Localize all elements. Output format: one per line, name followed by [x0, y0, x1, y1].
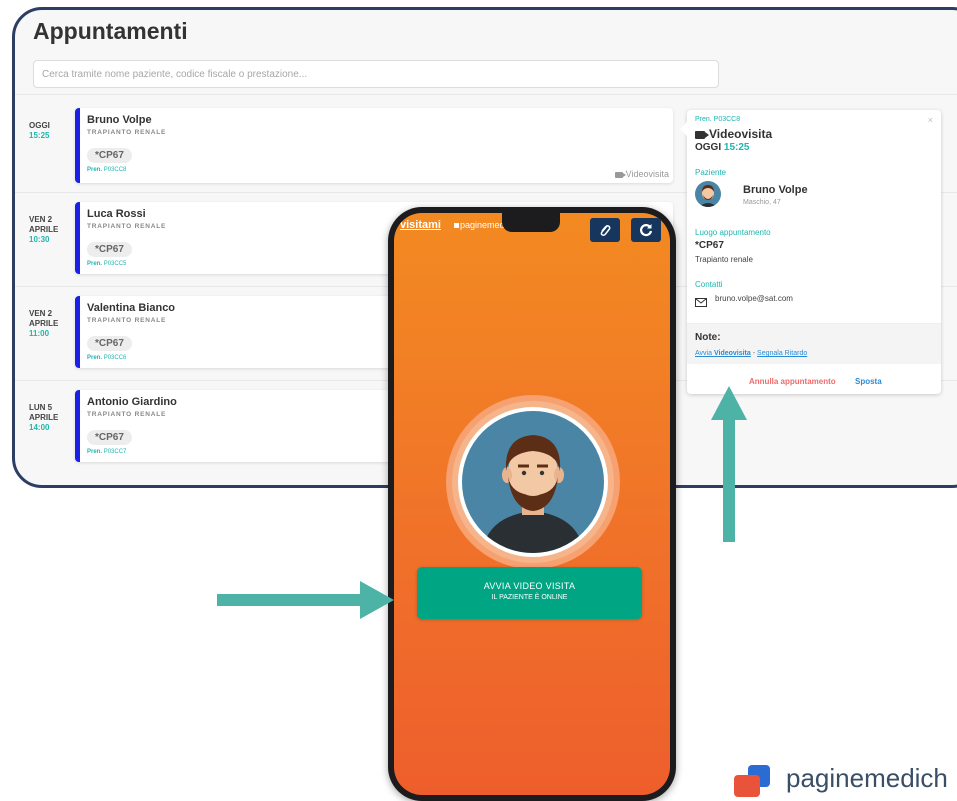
- date-label: OGGI 15:25: [29, 121, 50, 140]
- code-badge: *CP67: [87, 148, 132, 163]
- avatar-icon: [699, 185, 717, 207]
- code-badge: *CP67: [87, 430, 132, 445]
- videocam-icon: [614, 171, 626, 178]
- phone-screen: visitami paginemedi AVVIA VIDEO VISITA I…: [394, 213, 670, 795]
- appointment-detail-panel: × Pren. P03CC8 Videovisita OGGI 15:25 Pa…: [680, 110, 941, 394]
- avatar: [695, 181, 721, 207]
- visitami-logo: visitami: [400, 219, 441, 231]
- start-video-visit-button[interactable]: AVVIA VIDEO VISITA IL PAZIENTE È ONLINE: [417, 567, 642, 619]
- location-label: Luogo appuntamento: [695, 228, 771, 237]
- phone-mockup: visitami paginemedi AVVIA VIDEO VISITA I…: [388, 207, 676, 801]
- mail-icon: [695, 294, 707, 312]
- date-label: LUN 5 APRILE 14:00: [29, 403, 59, 432]
- report-delay-link[interactable]: Segnala Ritardo: [757, 350, 807, 357]
- code-badge: *CP67: [87, 336, 132, 351]
- appointment-card[interactable]: Bruno Volpe TRAPIANTO RENALE *CP67 Pren.…: [75, 108, 673, 183]
- specialty: TRAPIANTO RENALE: [87, 411, 167, 418]
- specialty: TRAPIANTO RENALE: [87, 129, 167, 136]
- patient-name: Luca Rossi: [87, 208, 146, 220]
- start-videovisit-link[interactable]: Avvia Videovisita: [695, 350, 751, 357]
- paginemedi-label: paginemedi: [454, 220, 507, 230]
- booking-id: Pren. P03CC5: [87, 261, 127, 267]
- code-badge: *CP67: [87, 242, 132, 257]
- logo-icon: [734, 765, 770, 797]
- move-appointment-button[interactable]: Sposta: [855, 377, 882, 386]
- contacts-label: Contatti: [695, 280, 723, 289]
- detail-booking-id: Pren. P03CC8: [695, 116, 741, 123]
- refresh-icon[interactable]: [631, 218, 661, 242]
- search-input[interactable]: [33, 60, 719, 88]
- detail-type: Videovisita: [695, 127, 772, 141]
- patient-name: Valentina Bianco: [87, 302, 176, 314]
- patient-name: Antonio Giardino: [87, 396, 177, 408]
- logo-icon: [454, 223, 459, 228]
- specialty: TRAPIANTO RENALE: [87, 317, 167, 324]
- footer-logo-text: paginemedich: [786, 763, 948, 793]
- avatar-icon: [482, 435, 584, 553]
- videocam-icon: [695, 130, 709, 139]
- phone-notch: [502, 213, 560, 232]
- location-code: *CP67: [695, 240, 724, 251]
- visit-type: Videovisita: [614, 169, 669, 179]
- close-icon[interactable]: ×: [928, 115, 933, 125]
- patient-label: Paziente: [695, 168, 727, 177]
- specialty: TRAPIANTO RENALE: [87, 223, 167, 230]
- detail-patient-info: Maschio, 47: [743, 199, 781, 206]
- notes-links: Avvia Videovisita - Segnala Ritardo: [695, 350, 808, 357]
- cancel-appointment-button[interactable]: Annulla appuntamento: [749, 377, 836, 386]
- date-label: VEN 2 APRILE 10:30: [29, 215, 59, 244]
- booking-id: Pren. P03CC6: [87, 355, 127, 361]
- notes-section: Note: Avvia Videovisita - Segnala Ritard…: [687, 323, 941, 364]
- date-label: VEN 2 APRILE 11:00: [29, 309, 59, 338]
- page-title: Appuntamenti: [33, 18, 188, 44]
- detail-patient-name: Bruno Volpe: [743, 184, 808, 196]
- patient-avatar: [458, 407, 608, 557]
- patient-name: Bruno Volpe: [87, 114, 152, 126]
- row-divider: [15, 94, 957, 95]
- notes-label: Note:: [695, 332, 721, 343]
- location-desc: Trapianto renale: [695, 255, 753, 264]
- booking-id: Pren. P03CC7: [87, 449, 127, 455]
- booking-id: Pren. P03CC8: [87, 167, 127, 173]
- contact-email[interactable]: bruno.volpe@sat.com: [715, 294, 793, 303]
- clip-icon[interactable]: [590, 218, 620, 242]
- detail-datetime: OGGI 15:25: [695, 142, 750, 153]
